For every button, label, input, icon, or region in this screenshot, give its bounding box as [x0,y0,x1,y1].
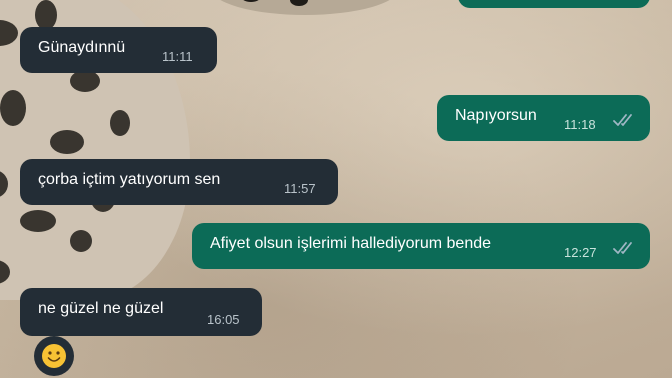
message-bubble-incoming[interactable]: ne güzel ne güzel 16:05 [20,288,262,336]
message-bubble-incoming[interactable]: Günaydınnü 11:11 [20,27,217,73]
message-bubble-incoming[interactable]: çorba içtim yatıyorum sen 11:57 [20,159,338,205]
message-text: ne güzel ne güzel [38,300,164,317]
message-bubble-outgoing[interactable]: Napıyorsun 11:18 [437,95,650,141]
message-time: 11:11 [162,49,193,64]
message-time: 11:18 [564,117,596,132]
double-check-icon [613,114,632,126]
message-text: çorba içtim yatıyorum sen [38,171,221,188]
message-time: 11:57 [284,181,316,196]
message-list[interactable]: Günaydınnü 11:11 Napıyorsun 11:18 çorba … [0,0,672,378]
message-text: Afiyet olsun işlerimi hallediyorum bende [210,235,492,252]
message-time: 16:05 [207,312,240,327]
message-bubble-outgoing-partial[interactable] [458,0,650,8]
double-check-icon [613,242,632,254]
smiley-emoji-icon [42,344,66,368]
message-text: Günaydınnü [38,39,126,56]
message-reaction[interactable] [34,336,74,376]
message-text: Napıyorsun [455,107,537,124]
message-bubble-outgoing[interactable]: Afiyet olsun işlerimi hallediyorum bende… [192,223,650,269]
message-time: 12:27 [564,245,597,260]
